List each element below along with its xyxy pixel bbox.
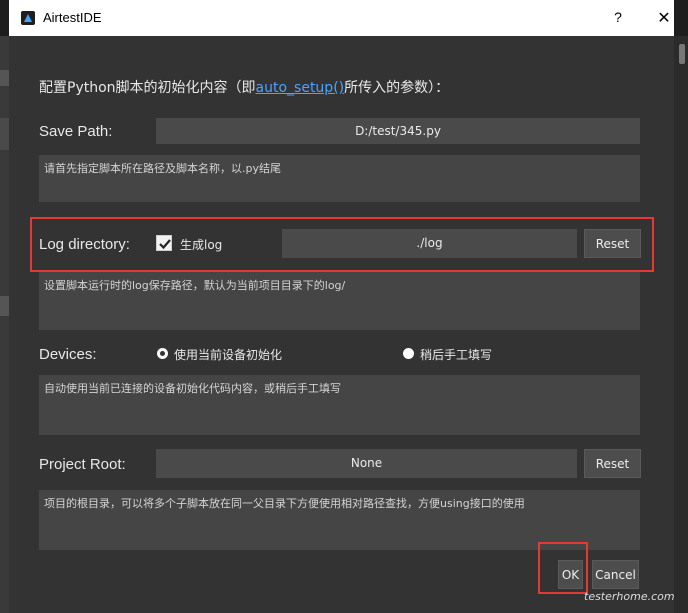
setup-dialog: AirtestIDE ? ✕ 配置Python脚本的初始化内容（即auto_se… bbox=[9, 0, 674, 613]
intro-prefix: 配置Python脚本的初始化内容（即 bbox=[39, 80, 256, 96]
devices-label: Devices: bbox=[39, 346, 97, 363]
log-directory-description: 设置脚本运行时的log保存路径，默认为当前项目目录下的log/ bbox=[39, 272, 640, 330]
window-title: AirtestIDE bbox=[43, 10, 102, 25]
airtest-logo-icon bbox=[21, 11, 35, 25]
radio-fill-later-label: 稍后手工填写 bbox=[420, 348, 493, 362]
ok-button[interactable]: OK bbox=[558, 560, 583, 589]
intro-text: 配置Python脚本的初始化内容（即auto_setup()所传入的参数）： bbox=[39, 77, 449, 97]
log-reset-button[interactable]: Reset bbox=[584, 229, 641, 258]
background-fragment bbox=[0, 70, 9, 86]
project-root-reset-button[interactable]: Reset bbox=[584, 449, 641, 478]
radio-use-current-device[interactable] bbox=[157, 348, 168, 359]
save-path-description: 请首先指定脚本所在路径及脚本名称，以.py结尾 bbox=[39, 155, 640, 202]
background-app-right bbox=[674, 36, 688, 613]
background-scrollbar bbox=[679, 44, 685, 64]
cancel-button[interactable]: Cancel bbox=[592, 560, 639, 589]
auto-setup-link[interactable]: auto_setup() bbox=[256, 80, 345, 96]
generate-log-label: 生成log bbox=[180, 238, 223, 252]
generate-log-checkbox[interactable] bbox=[156, 235, 172, 251]
background-fragment bbox=[0, 296, 9, 316]
log-directory-label: Log directory: bbox=[39, 236, 130, 253]
save-path-field[interactable]: D:/test/345.py bbox=[156, 118, 640, 144]
project-root-label: Project Root: bbox=[39, 456, 126, 473]
background-fragment bbox=[0, 118, 9, 150]
radio-fill-later[interactable] bbox=[403, 348, 414, 359]
log-directory-field[interactable]: ./log bbox=[282, 229, 577, 258]
project-root-description: 项目的根目录，可以将多个子脚本放在同一父目录下方便使用相对路径查找，方便usin… bbox=[39, 490, 640, 550]
intro-suffix: 所传入的参数）： bbox=[344, 80, 450, 96]
checkmark-icon bbox=[159, 239, 171, 250]
project-root-field[interactable]: None bbox=[156, 449, 577, 478]
watermark: testerhome.com bbox=[584, 590, 675, 603]
radio-use-current-device-label: 使用当前设备初始化 bbox=[174, 348, 283, 362]
close-button[interactable]: ✕ bbox=[654, 8, 674, 28]
background-app-left bbox=[0, 36, 9, 613]
devices-description: 自动使用当前已连接的设备初始化代码内容，或稍后手工填写 bbox=[39, 375, 640, 435]
save-path-label: Save Path: bbox=[39, 123, 113, 140]
help-button[interactable]: ? bbox=[609, 9, 627, 27]
title-bar: AirtestIDE ? ✕ bbox=[9, 0, 674, 36]
